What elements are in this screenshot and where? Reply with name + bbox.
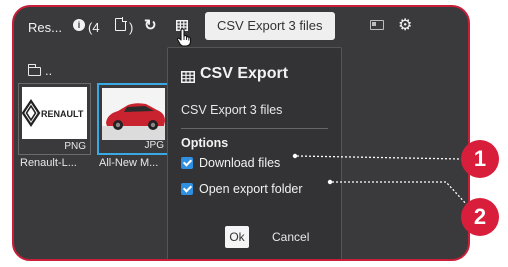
annotation-leaders bbox=[292, 153, 469, 207]
callout-badge-1: 1 bbox=[461, 140, 499, 178]
callout-badge-2: 2 bbox=[461, 198, 499, 236]
